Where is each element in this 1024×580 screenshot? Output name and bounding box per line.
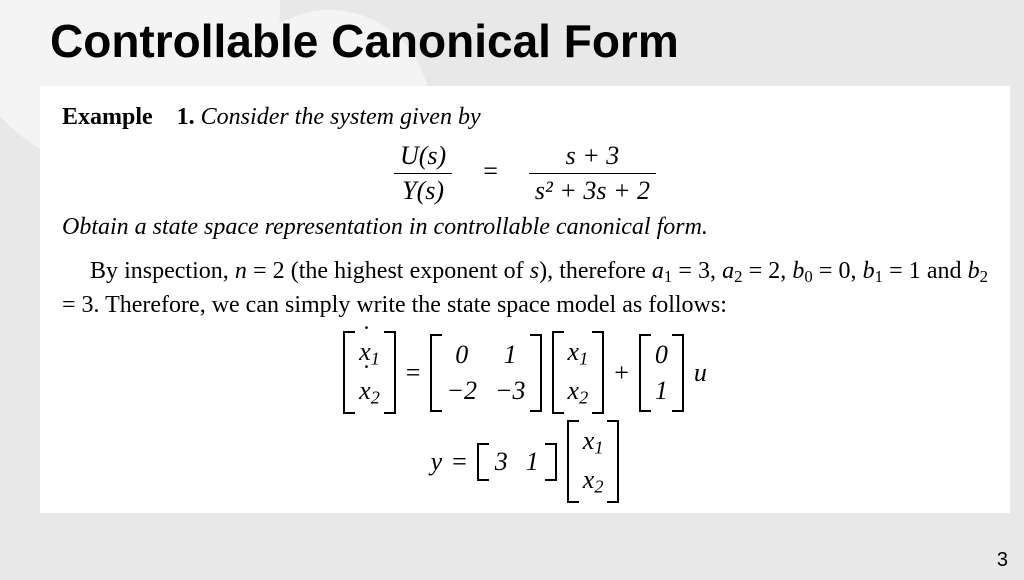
output-equation: y = 31 x1 x2 xyxy=(431,420,620,503)
transfer-function-equation: U(s) Y(s) = s + 3 s² + 3s + 2 xyxy=(62,141,988,206)
x-vector: x1 x2 xyxy=(552,331,605,414)
tf-rhs: s + 3 s² + 3s + 2 xyxy=(529,141,656,206)
input-u: u xyxy=(694,358,707,388)
example-number: 1. xyxy=(177,104,195,130)
content-box: Example 1. Consider the system given by … xyxy=(40,86,1010,513)
A-matrix: 01 −2−3 xyxy=(430,334,541,412)
explanation-paragraph: By inspection, n = 2 (the highest expone… xyxy=(62,255,988,321)
slide-title: Controllable Canonical Form xyxy=(0,0,1024,68)
tf-rhs-den: s² + 3s + 2 xyxy=(529,173,656,206)
example-heading: Example 1. Consider the system given by xyxy=(62,104,988,131)
tf-lhs: U(s) Y(s) xyxy=(394,141,452,206)
example-label: Example xyxy=(62,104,153,130)
slide: Controllable Canonical Form Example 1. C… xyxy=(0,0,1024,580)
C-matrix: 31 xyxy=(477,443,557,481)
state-equation: x1 x2 = 01 −2−3 x1 xyxy=(343,331,707,414)
B-vector: 0 1 xyxy=(639,334,684,412)
tf-lhs-num: U(s) xyxy=(394,141,452,173)
equals-sign: = xyxy=(452,447,467,477)
state-space-equations: x1 x2 = 01 −2−3 x1 xyxy=(62,331,988,503)
example-prompt: Consider the system given by xyxy=(201,104,481,130)
output-y: y xyxy=(431,447,443,477)
equals-sign: = xyxy=(406,358,421,388)
plus-sign: + xyxy=(614,358,629,388)
xdot-vector: x1 x2 xyxy=(343,331,396,414)
x-vector-output: x1 x2 xyxy=(567,420,620,503)
page-number: 3 xyxy=(997,549,1008,572)
task-line: Obtain a state space representation in c… xyxy=(62,214,988,241)
equals-sign: = xyxy=(483,156,498,185)
tf-lhs-den: Y(s) xyxy=(394,173,452,206)
tf-rhs-num: s + 3 xyxy=(529,141,656,173)
